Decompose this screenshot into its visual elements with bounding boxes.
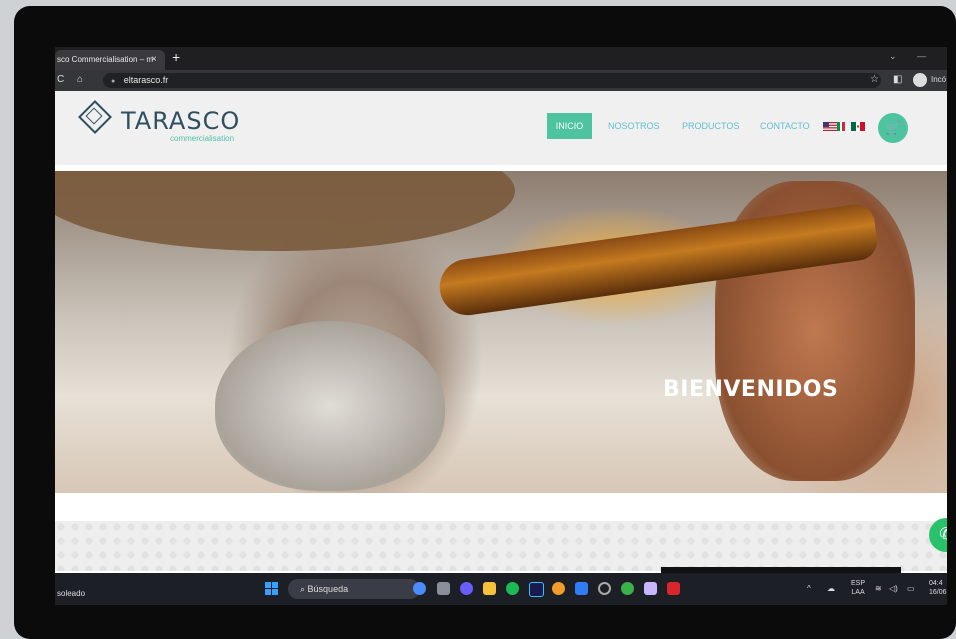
search-icon: ⌕ — [300, 584, 308, 594]
sidepanel-icon[interactable]: ◧ — [893, 74, 902, 85]
taskbar: soleado ⌕ Búsqueda ^ ☁ ESP LAA ≋ ◁) ▭ 04… — [55, 573, 947, 605]
search-label: Búsqueda — [307, 584, 349, 594]
clock-date: 16/06 — [929, 589, 947, 596]
wifi-icon[interactable]: ≋ — [875, 584, 882, 593]
whatsapp-icon: ✆ — [939, 526, 947, 543]
url-text: eltarasco.fr — [123, 75, 169, 85]
cloud-icon[interactable]: ☁ — [827, 584, 835, 593]
file-explorer-icon[interactable] — [483, 582, 496, 595]
browser-tab[interactable]: sco Commercialisation – m × — [55, 50, 165, 70]
mx-flag-icon[interactable] — [851, 122, 865, 131]
clock[interactable]: 04:4 16/06 — [929, 579, 947, 597]
language-indicator[interactable]: ESP LAA — [851, 579, 865, 597]
windows-start-icon[interactable] — [265, 582, 279, 596]
cart-button[interactable]: 🛒 — [878, 113, 908, 143]
chevron-up-icon[interactable]: ^ — [807, 584, 811, 593]
chevron-down-icon[interactable]: ⌄ — [889, 51, 897, 62]
clock-time: 04:4 — [929, 580, 943, 587]
audition-icon[interactable] — [529, 582, 544, 597]
nav-nosotros[interactable]: NOSOTROS — [608, 113, 660, 139]
lang-layout: LAA — [851, 589, 865, 596]
address-bar-row: C ⌂ ● eltarasco.fr ☆ ◧ Incó — [55, 70, 947, 91]
app-green-icon[interactable] — [621, 582, 634, 595]
pattern-section — [55, 521, 947, 571]
chrome-icon[interactable] — [552, 582, 565, 595]
logo-subtitle: commercialisation — [170, 134, 235, 143]
lock-icon: ● — [111, 78, 116, 85]
url-field[interactable]: ● eltarasco.fr — [103, 73, 881, 88]
taskbar-search[interactable]: ⌕ Búsqueda — [288, 579, 420, 599]
task-view-icon[interactable] — [437, 582, 450, 595]
acrobat-icon[interactable] — [667, 582, 680, 595]
tab-title: sco Commercialisation – m — [57, 55, 154, 64]
profile-label: Incó — [931, 75, 947, 84]
obs-icon[interactable] — [598, 582, 611, 595]
logo-text[interactable]: TARASCO — [121, 107, 240, 135]
battery-icon[interactable]: ▭ — [907, 584, 915, 593]
it-flag-icon[interactable] — [837, 122, 845, 131]
bing-icon[interactable] — [413, 582, 426, 595]
hero-hat-shape — [55, 171, 515, 251]
home-icon[interactable]: ⌂ — [77, 74, 83, 85]
new-tab-button[interactable]: + — [172, 49, 180, 65]
volume-icon[interactable]: ◁) — [889, 584, 898, 593]
teams-icon[interactable] — [460, 582, 473, 595]
spotify-icon[interactable] — [506, 582, 519, 595]
reload-icon[interactable]: C — [57, 74, 64, 85]
browser-tab-bar: sco Commercialisation – m × + ⌄ — — [55, 47, 947, 70]
us-flag-icon[interactable] — [823, 122, 837, 131]
nav-inicio[interactable]: INICIO — [547, 113, 592, 139]
notes-icon[interactable] — [644, 582, 657, 595]
docs-icon[interactable] — [575, 582, 588, 595]
weather-label[interactable]: soleado — [57, 589, 85, 598]
incognito-icon[interactable] — [913, 73, 927, 87]
close-tab-icon[interactable]: × — [151, 50, 157, 70]
screen: sco Commercialisation – m × + ⌄ — C ⌂ ● … — [55, 47, 947, 605]
star-icon[interactable]: ☆ — [870, 74, 879, 85]
minimize-icon[interactable]: — — [917, 51, 926, 61]
nav-productos[interactable]: PRODUCTOS — [682, 113, 739, 139]
nav-contacto[interactable]: CONTACTO — [760, 113, 810, 139]
laptop-frame: sco Commercialisation – m × + ⌄ — C ⌂ ● … — [14, 6, 956, 639]
hero-title: BIENVENIDOS — [663, 377, 839, 402]
site-header: TARASCO commercialisation INICIO NOSOTRO… — [55, 91, 947, 165]
hero-banner: BIENVENIDOS — [55, 171, 947, 493]
hero-face-shape — [215, 321, 445, 491]
lang-code: ESP — [851, 580, 866, 587]
cart-icon: 🛒 — [885, 121, 901, 135]
